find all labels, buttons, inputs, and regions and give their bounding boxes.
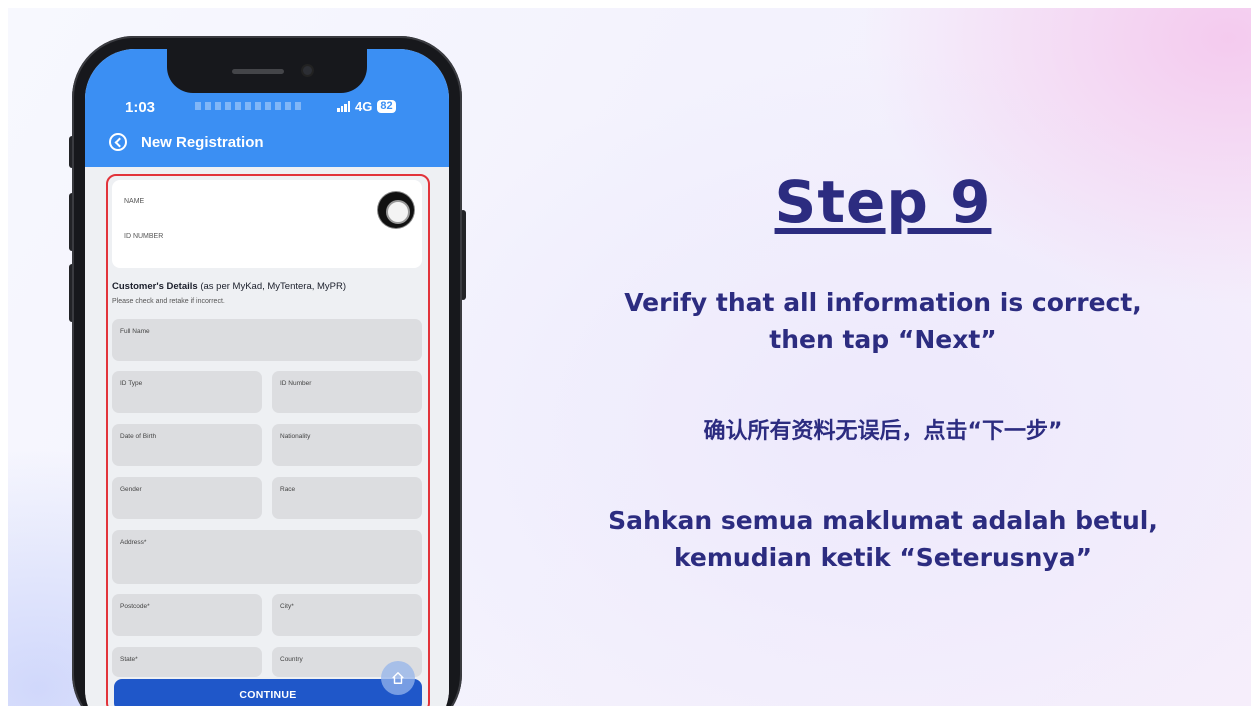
postcode-label: Postcode*	[120, 603, 150, 610]
id-photo-icon	[378, 192, 414, 228]
status-time: 1:03	[125, 99, 156, 116]
id-number-field-label: ID Number	[280, 380, 312, 387]
phone-screen: 1:03 4G 82 New Registration NAME ID NUMB…	[85, 49, 449, 706]
back-icon[interactable]	[109, 133, 127, 151]
id-name-label: NAME	[124, 198, 145, 205]
status-notification-icons	[195, 102, 305, 110]
postcode-field[interactable]: Postcode*	[112, 594, 262, 636]
full-name-label: Full Name	[120, 328, 150, 335]
instruction-malay: Sahkan semua maklumat adalah betul, kemu…	[608, 506, 1158, 572]
signal-icon	[337, 101, 350, 112]
id-number-label: ID NUMBER	[124, 233, 164, 240]
gender-label: Gender	[120, 486, 142, 493]
city-label: City*	[280, 603, 294, 610]
nationality-label: Nationality	[280, 433, 311, 440]
section-subtitle: Please check and retake if incorrect.	[112, 298, 225, 305]
phone-frame: 1:03 4G 82 New Registration NAME ID NUMB…	[72, 36, 462, 706]
nav-bar: New Registration	[109, 133, 264, 151]
nationality-field[interactable]: Nationality	[272, 424, 422, 466]
step-title: Step 9	[774, 168, 992, 236]
front-camera	[303, 66, 312, 75]
network-type: 4G	[355, 99, 373, 114]
slide-background: 1:03 4G 82 New Registration NAME ID NUMB…	[8, 8, 1251, 706]
instruction-english: Verify that all information is correct, …	[624, 288, 1142, 354]
home-button[interactable]	[381, 661, 415, 695]
status-indicators: 4G 82	[337, 99, 396, 114]
country-label: Country	[280, 656, 303, 663]
section-title-note: (as per MyKad, MyTentera, MyPR)	[197, 281, 347, 292]
section-title-bold: Customer's Details	[112, 281, 198, 292]
phone-notch	[167, 49, 367, 93]
instruction-chinese: 确认所有资料无误后，点击“下一步”	[703, 419, 1063, 444]
id-card-preview: NAME ID NUMBER	[112, 180, 422, 268]
section-title: Customer's Details (as per MyKad, MyTent…	[112, 281, 346, 292]
id-type-field[interactable]: ID Type	[112, 371, 262, 413]
state-label: State*	[120, 656, 138, 663]
race-field[interactable]: Race	[272, 477, 422, 519]
dob-field[interactable]: Date of Birth	[112, 424, 262, 466]
dob-label: Date of Birth	[120, 433, 157, 440]
state-field[interactable]: State*	[112, 647, 262, 677]
id-number-field[interactable]: ID Number	[272, 371, 422, 413]
full-name-field[interactable]: Full Name	[112, 319, 422, 361]
speaker-grille	[232, 69, 284, 74]
battery-icon: 82	[377, 100, 396, 113]
id-type-label: ID Type	[120, 380, 143, 387]
address-field[interactable]: Address*	[112, 530, 422, 584]
race-label: Race	[280, 486, 296, 493]
app-header: 1:03 4G 82 New Registration	[85, 49, 449, 167]
address-label: Address*	[120, 539, 147, 546]
city-field[interactable]: City*	[272, 594, 422, 636]
page-title: New Registration	[141, 133, 264, 151]
home-icon	[392, 672, 404, 684]
continue-button[interactable]: CONTINUE	[114, 679, 422, 706]
gender-field[interactable]: Gender	[112, 477, 262, 519]
